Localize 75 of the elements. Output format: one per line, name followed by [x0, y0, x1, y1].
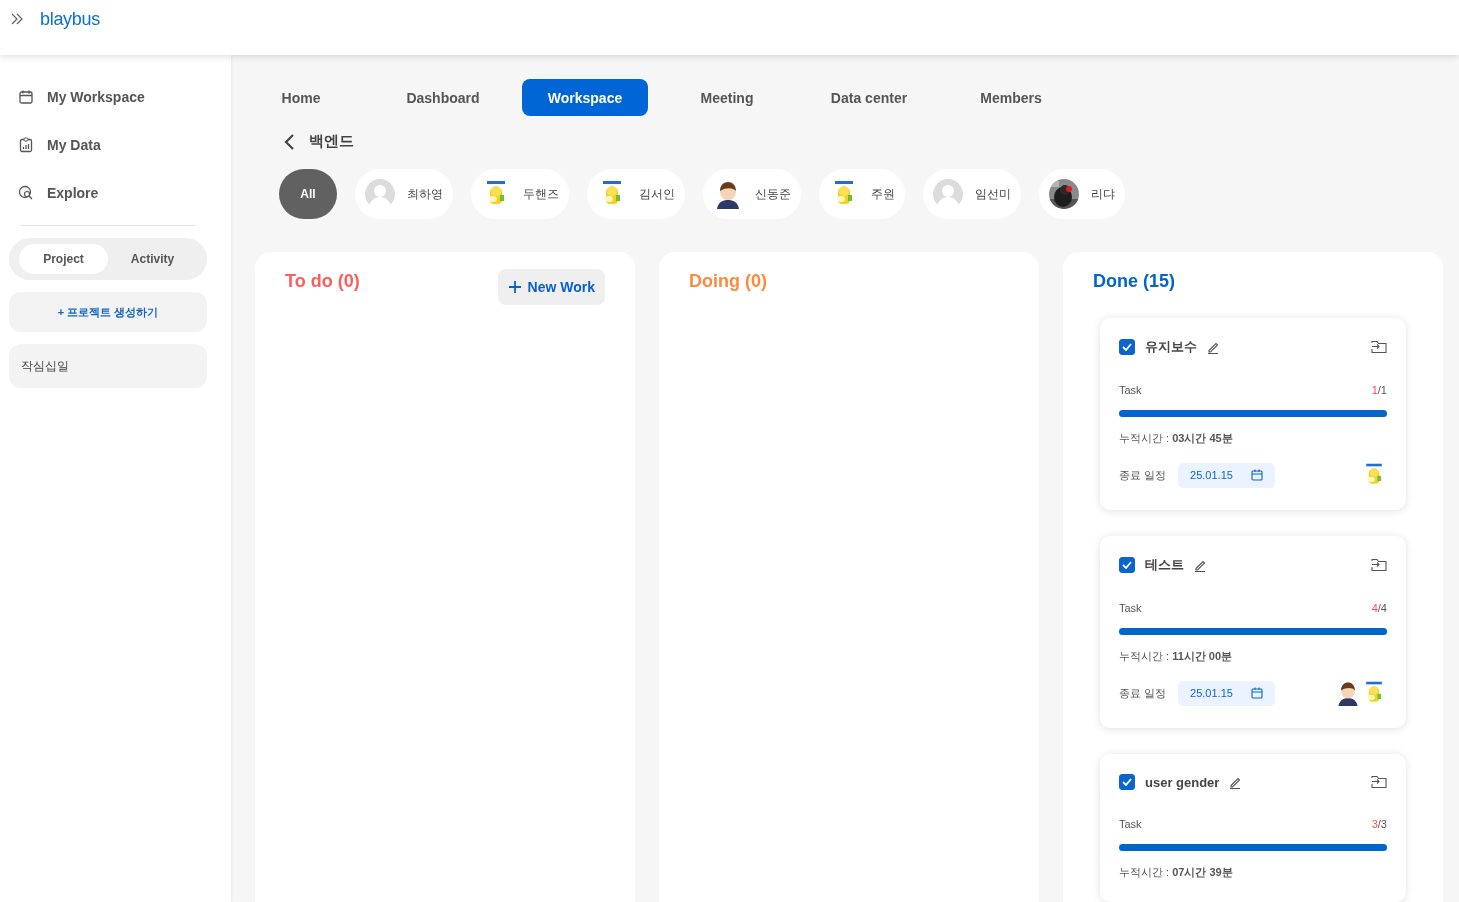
- member-name: 두핸즈: [523, 185, 559, 203]
- sidebar-label: My Workspace: [47, 89, 145, 105]
- nav-tab[interactable]: Home: [238, 79, 364, 116]
- check-icon: [1122, 561, 1132, 569]
- sidebar-label: My Data: [47, 137, 101, 153]
- date-picker[interactable]: 25.01.15: [1178, 680, 1275, 706]
- sidebar-item[interactable]: My Data: [9, 121, 207, 169]
- plus-icon: [507, 280, 522, 294]
- avatar-icon: [365, 179, 395, 209]
- date-picker[interactable]: 25.01.15: [1178, 462, 1275, 488]
- toggle-option[interactable]: Project: [19, 244, 108, 274]
- task-label: Task: [1119, 818, 1142, 830]
- accumulated-time: 누적시간 : 03시간 45분: [1119, 431, 1234, 446]
- calendar-icon: [18, 89, 34, 105]
- member-filter-chip[interactable]: 주원: [819, 169, 905, 219]
- task-count: 3/3: [1371, 818, 1387, 830]
- sidebar-item[interactable]: My Workspace: [9, 73, 207, 121]
- deadline-label: 종료 일정: [1119, 685, 1167, 701]
- nav-tab[interactable]: Dashboard: [380, 79, 506, 116]
- sidebar-label: Explore: [47, 185, 99, 201]
- nav-tab[interactable]: Members: [948, 79, 1074, 116]
- task-count: 4/4: [1371, 602, 1387, 614]
- member-name: 리댜: [1091, 185, 1115, 203]
- calendar-icon: [1250, 687, 1263, 699]
- globe-search-icon: [18, 185, 34, 201]
- card-title: 테스트: [1145, 556, 1184, 574]
- project-item[interactable]: 작심십일: [9, 344, 207, 388]
- edit-icon[interactable]: [1194, 558, 1207, 572]
- column-title: Done (15): [1093, 271, 1175, 292]
- member-filter-chip[interactable]: All: [279, 169, 337, 219]
- nav-tab[interactable]: Data center: [806, 79, 932, 116]
- nav-tab[interactable]: Meeting: [664, 79, 790, 116]
- logo[interactable]: blaybus: [40, 9, 100, 30]
- member-filter-chip[interactable]: 최하영: [355, 169, 453, 219]
- expand-icon[interactable]: [10, 12, 24, 26]
- member-name: 최하영: [407, 185, 443, 203]
- nav-tab[interactable]: Workspace: [522, 79, 648, 116]
- deadline-label: 종료 일정: [1119, 467, 1167, 483]
- task-count: 1/1: [1371, 384, 1387, 396]
- member-filter-chip[interactable]: 두핸즈: [471, 169, 569, 219]
- card-title: 유지보수: [1145, 338, 1197, 356]
- new-work-button[interactable]: New Work: [497, 269, 605, 305]
- edit-icon[interactable]: [1207, 340, 1220, 354]
- toggle-option[interactable]: Activity: [108, 244, 197, 274]
- clipboard-chart-icon: [18, 137, 34, 153]
- card-title: user gender: [1145, 774, 1220, 790]
- checkbox[interactable]: [1119, 557, 1135, 573]
- member-filter-chip[interactable]: 김서인: [587, 169, 685, 219]
- task-label: Task: [1119, 602, 1142, 614]
- project-title: 백엔드: [309, 132, 354, 151]
- member-name: 임선미: [975, 185, 1011, 203]
- member-filter-chip[interactable]: 리댜: [1039, 169, 1125, 219]
- folder-move-icon[interactable]: [1371, 340, 1387, 354]
- member-name: 주원: [871, 185, 895, 203]
- member-filter-chip[interactable]: 임선미: [923, 169, 1021, 219]
- folder-move-icon[interactable]: [1371, 775, 1387, 789]
- checkbox[interactable]: [1119, 774, 1135, 790]
- checkbox[interactable]: [1119, 339, 1135, 355]
- avatar-icon: [933, 179, 963, 209]
- back-icon[interactable]: [283, 132, 295, 151]
- create-project-button[interactable]: + 프로젝트 생성하기: [9, 292, 207, 332]
- check-icon: [1122, 343, 1132, 351]
- member-filter-chip[interactable]: 신동준: [703, 169, 801, 219]
- accumulated-time: 누적시간 : 11시간 00분: [1119, 649, 1234, 664]
- column-title: Doing (0): [689, 271, 767, 292]
- task-label: Task: [1119, 384, 1142, 396]
- accumulated-time: 누적시간 : 07시간 39분: [1119, 865, 1234, 880]
- column-title: To do (0): [285, 271, 360, 292]
- edit-icon[interactable]: [1229, 775, 1243, 789]
- member-name: 신동준: [755, 185, 791, 203]
- calendar-icon: [1250, 469, 1263, 481]
- member-name: 김서인: [639, 185, 675, 203]
- folder-move-icon[interactable]: [1371, 558, 1387, 572]
- check-icon: [1122, 778, 1132, 786]
- sidebar-item[interactable]: Explore: [9, 169, 207, 217]
